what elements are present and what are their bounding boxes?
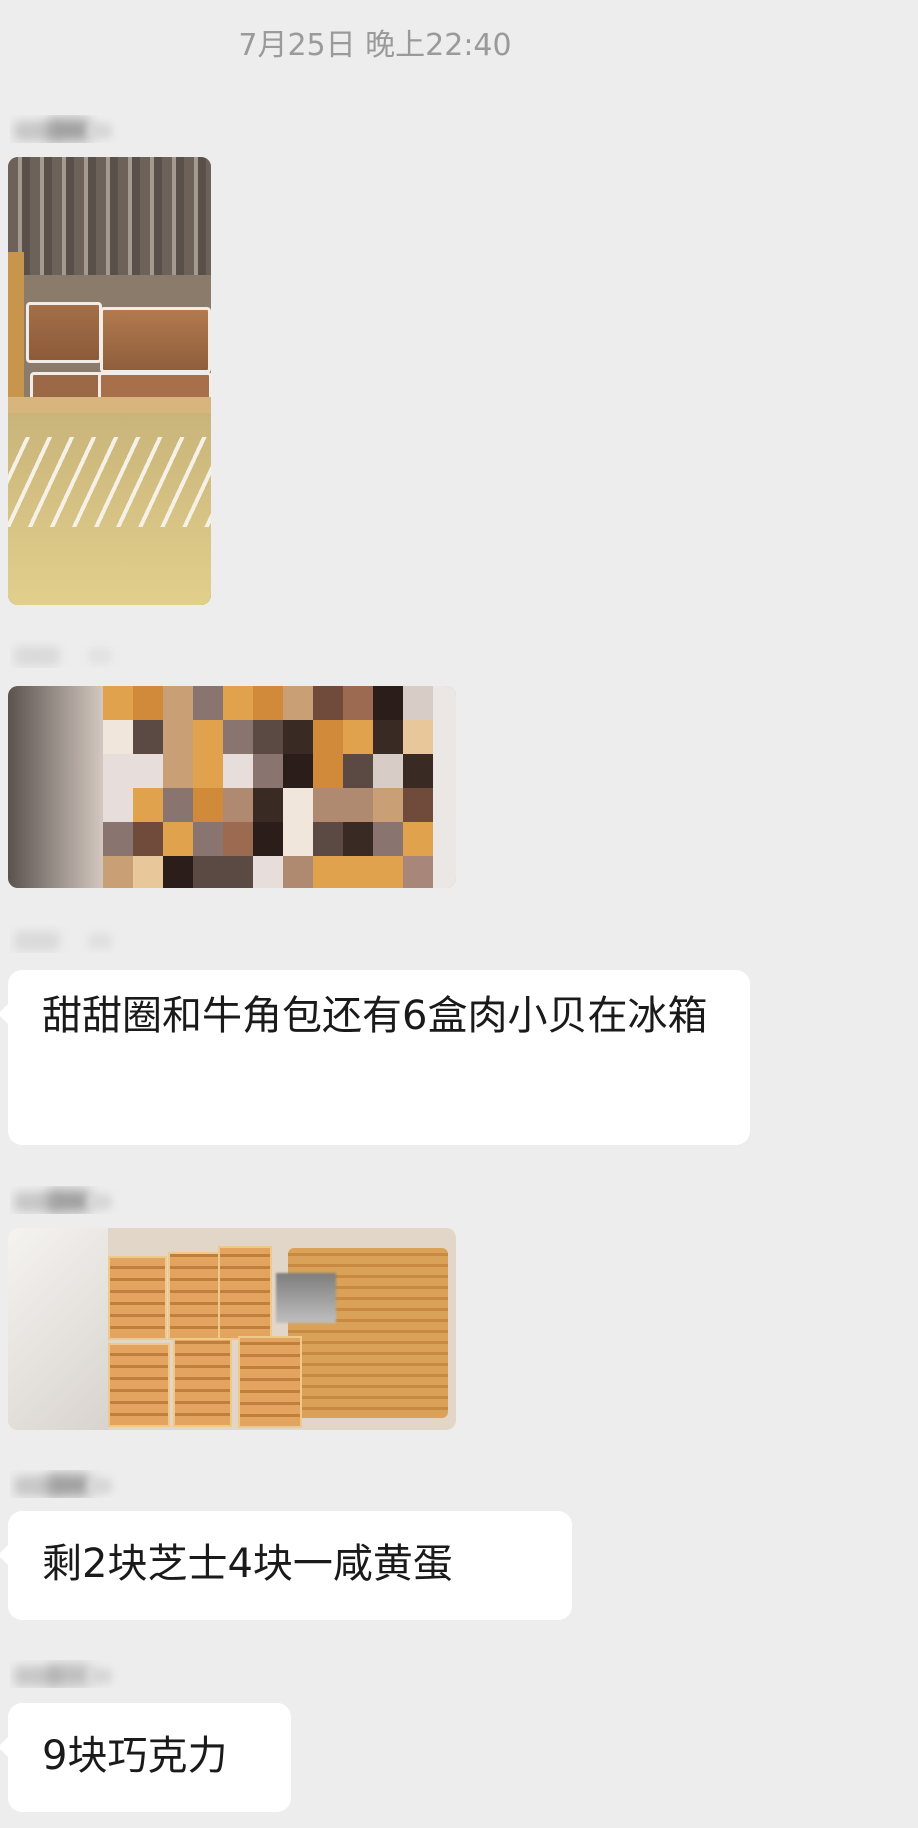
mosaic-cell bbox=[193, 822, 223, 856]
mosaic-cell bbox=[133, 720, 163, 754]
mosaic-cell bbox=[403, 754, 433, 788]
image-message-cakes[interactable] bbox=[8, 1228, 456, 1430]
mosaic-cell bbox=[403, 856, 433, 888]
mosaic-cell bbox=[163, 788, 193, 822]
sender-name-blurred bbox=[10, 1186, 120, 1214]
mosaic-cell bbox=[103, 822, 133, 856]
text-message-bubble[interactable]: 剩2块芝士4块一咸黄蛋 bbox=[0, 1511, 572, 1620]
mosaic-cell bbox=[223, 822, 253, 856]
mosaic-cell bbox=[223, 754, 253, 788]
mosaic-cell bbox=[343, 788, 373, 822]
mosaic-cell bbox=[343, 686, 373, 720]
mosaic-cell bbox=[343, 754, 373, 788]
mosaic-cell bbox=[373, 754, 403, 788]
mosaic-cell bbox=[133, 822, 163, 856]
image-message-pixelated[interactable] bbox=[8, 686, 456, 888]
mosaic-cell bbox=[373, 686, 403, 720]
mosaic-cell bbox=[313, 856, 343, 888]
mosaic-cell bbox=[193, 686, 223, 720]
mosaic-cell bbox=[403, 720, 433, 754]
message-text: 9块巧克力 bbox=[42, 1733, 228, 1779]
mosaic-cell bbox=[283, 856, 313, 888]
mosaic-cell bbox=[103, 856, 133, 888]
mosaic-cell bbox=[163, 856, 193, 888]
mosaic-cell bbox=[223, 720, 253, 754]
mosaic-cell bbox=[103, 754, 133, 788]
mosaic-cell bbox=[373, 720, 403, 754]
mosaic-cell bbox=[103, 720, 133, 754]
mosaic-cell bbox=[283, 754, 313, 788]
mosaic-cell bbox=[163, 686, 193, 720]
message-timestamp: 7月25日 晚上22:40 bbox=[238, 28, 512, 63]
mosaic-cell bbox=[163, 822, 193, 856]
mosaic-cell bbox=[313, 686, 343, 720]
mosaic-cell bbox=[193, 856, 223, 888]
text-message-bubble[interactable]: 9块巧克力 bbox=[0, 1703, 291, 1812]
mosaic-cell bbox=[283, 822, 313, 856]
mosaic-cell bbox=[163, 720, 193, 754]
message-text: 剩2块芝士4块一咸黄蛋 bbox=[42, 1541, 453, 1587]
mosaic-cell bbox=[313, 822, 343, 856]
mosaic-cell bbox=[253, 856, 283, 888]
mosaic-cell bbox=[403, 822, 433, 856]
mosaic-cell bbox=[313, 754, 343, 788]
mosaic-cell bbox=[373, 822, 403, 856]
mosaic-cell bbox=[403, 788, 433, 822]
mosaic-cell bbox=[223, 856, 253, 888]
mosaic-cell bbox=[193, 720, 223, 754]
mosaic-cell bbox=[223, 788, 253, 822]
mosaic-cell bbox=[133, 754, 163, 788]
mosaic-cell bbox=[133, 788, 163, 822]
mosaic-cell bbox=[253, 754, 283, 788]
mosaic-cell bbox=[343, 856, 373, 888]
mosaic-cell bbox=[283, 686, 313, 720]
sender-name-blurred bbox=[10, 1470, 120, 1498]
sender-name-blurred bbox=[10, 115, 120, 143]
message-text: 甜甜圈和牛角包还有6盒肉小贝在冰箱 bbox=[42, 993, 708, 1039]
mosaic-cell bbox=[223, 686, 253, 720]
sender-name-blurred bbox=[10, 640, 120, 668]
mosaic-cell bbox=[103, 686, 133, 720]
text-message-bubble[interactable]: 甜甜圈和牛角包还有6盒肉小贝在冰箱 bbox=[0, 970, 750, 1145]
mosaic-cell bbox=[283, 720, 313, 754]
mosaic-cell bbox=[193, 754, 223, 788]
mosaic-cell bbox=[313, 720, 343, 754]
sender-name-blurred bbox=[10, 925, 120, 953]
mosaic-cell bbox=[253, 822, 283, 856]
sender-name-blurred bbox=[10, 1660, 120, 1688]
mosaic-cell bbox=[253, 720, 283, 754]
mosaic-cell bbox=[133, 856, 163, 888]
chat-view: 7月25日 晚上22:40 甜甜圈和牛角包还有6盒肉小贝在冰箱 剩2块芝士4块一… bbox=[0, 0, 918, 1828]
mosaic-cell bbox=[313, 788, 343, 822]
mosaic-cell bbox=[373, 856, 403, 888]
mosaic-cell bbox=[133, 686, 163, 720]
mosaic-cell bbox=[343, 720, 373, 754]
image-message-fridge[interactable] bbox=[8, 157, 211, 605]
mosaic-cell bbox=[403, 686, 433, 720]
mosaic-cell bbox=[283, 788, 313, 822]
mosaic-cell bbox=[343, 822, 373, 856]
mosaic-cell bbox=[373, 788, 403, 822]
mosaic-cell bbox=[193, 788, 223, 822]
mosaic-cell bbox=[163, 754, 193, 788]
mosaic-cell bbox=[253, 686, 283, 720]
mosaic-cell bbox=[103, 788, 133, 822]
mosaic-cell bbox=[253, 788, 283, 822]
